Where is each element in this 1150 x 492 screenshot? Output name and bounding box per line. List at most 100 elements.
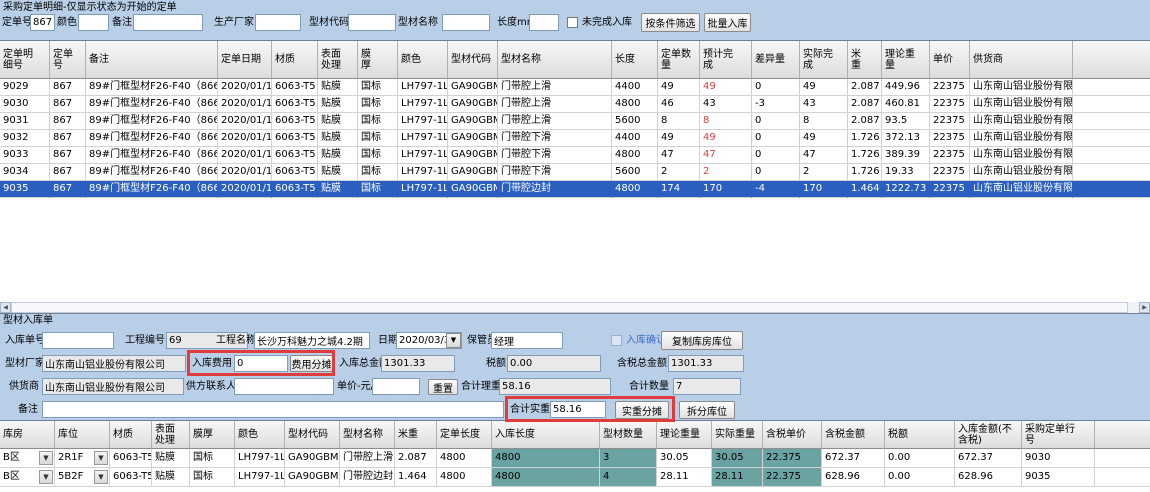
cell[interactable]: LH797-1LL0 <box>398 130 448 147</box>
column-header[interactable]: 定单 号 <box>50 41 86 79</box>
tax-total-input[interactable] <box>668 355 744 372</box>
cell[interactable]: 5600 <box>612 113 658 130</box>
copy-location-button[interactable]: 复制库房库位 <box>661 331 743 350</box>
cell[interactable]: 9034 <box>0 164 50 181</box>
cell[interactable]: 628.96 <box>955 468 1022 487</box>
cell[interactable]: 2.087 <box>848 79 882 96</box>
cell[interactable]: 1.726 <box>848 164 882 181</box>
cell[interactable]: 6063-T5 <box>272 147 318 164</box>
cell[interactable]: 贴膜 <box>318 147 358 164</box>
filter-button[interactable]: 按条件筛选 <box>641 13 700 32</box>
cell[interactable]: 89#门框型材F26-F40（866+867） <box>86 113 218 130</box>
column-header[interactable]: 颜色 <box>235 421 285 449</box>
column-header[interactable]: 预计完 成 <box>700 41 752 79</box>
cell[interactable]: 0 <box>752 79 800 96</box>
cell[interactable]: 47 <box>800 147 848 164</box>
cell[interactable]: 4800 <box>437 468 492 487</box>
cell[interactable]: 1.464 <box>395 468 437 487</box>
cell[interactable]: 门带腔上滑 <box>498 113 612 130</box>
cell[interactable]: 9035 <box>1022 468 1095 487</box>
cell[interactable]: 2020/01/13 <box>218 181 272 198</box>
cell[interactable]: 22375 <box>930 96 970 113</box>
cell[interactable]: 贴膜 <box>318 130 358 147</box>
combo-dropdown-icon[interactable]: ▼ <box>39 470 53 484</box>
cell[interactable]: 867 <box>50 96 86 113</box>
cell[interactable]: LH797-1LL0 <box>398 79 448 96</box>
cell[interactable]: 贴膜 <box>318 113 358 130</box>
cell[interactable]: 国标 <box>358 130 398 147</box>
split-location-button[interactable]: 拆分库位 <box>679 401 735 419</box>
scrollbar-thumb[interactable] <box>11 302 1128 313</box>
cell[interactable]: 2 <box>800 164 848 181</box>
cell[interactable]: 1222.73 <box>882 181 930 198</box>
column-header[interactable]: 型材代码 <box>285 421 340 449</box>
column-header[interactable]: 定单长度 <box>437 421 492 449</box>
table-row[interactable]: 903186789#门框型材F26-F40（866+867）2020/01/13… <box>0 113 1150 130</box>
table-row[interactable]: B区▼5B2F▼6063-T5贴膜国标LH797-1LL0GA90GBM05门带… <box>0 468 1150 487</box>
cell[interactable]: 28.11 <box>712 468 763 487</box>
cell[interactable]: 22375 <box>930 147 970 164</box>
cell[interactable]: 2020/01/13 <box>218 164 272 181</box>
cell[interactable]: 门带腔上滑 <box>498 96 612 113</box>
cell[interactable]: 门带腔边封 <box>498 181 612 198</box>
column-header[interactable]: 税额 <box>885 421 955 449</box>
profile-name-input[interactable] <box>442 14 490 31</box>
cell[interactable]: 贴膜 <box>318 181 358 198</box>
cell[interactable]: 4 <box>600 468 657 487</box>
cell[interactable]: B区▼ <box>0 449 55 468</box>
column-header[interactable]: 表面 处理 <box>152 421 190 449</box>
cell[interactable]: LH797-1LL0 <box>235 449 285 468</box>
cell[interactable]: 4800 <box>612 96 658 113</box>
cell[interactable]: 628.96 <box>822 468 885 487</box>
cell[interactable]: 449.96 <box>882 79 930 96</box>
table-row[interactable]: 903586789#门框型材F26-F40（866+867）2020/01/13… <box>0 181 1150 198</box>
cell[interactable]: LH797-1LL0 <box>398 113 448 130</box>
cell[interactable]: 9033 <box>0 147 50 164</box>
cell[interactable]: 门带腔上滑 <box>340 449 395 468</box>
cell[interactable]: 43 <box>800 96 848 113</box>
cell[interactable]: 2020/01/13 <box>218 96 272 113</box>
cell[interactable]: 9029 <box>0 79 50 96</box>
column-header[interactable]: 差异量 <box>752 41 800 79</box>
cell[interactable]: 19.33 <box>882 164 930 181</box>
color-input[interactable] <box>78 14 109 31</box>
cell[interactable]: 8 <box>800 113 848 130</box>
cell[interactable]: GA90GBM04 <box>448 164 498 181</box>
cell[interactable]: 49 <box>658 79 700 96</box>
cell[interactable]: 2 <box>658 164 700 181</box>
cell[interactable]: LH797-1LL0 <box>398 181 448 198</box>
cell[interactable]: 6063-T5 <box>272 181 318 198</box>
cell[interactable]: LH797-1LL0 <box>398 96 448 113</box>
cell[interactable]: GA90GBM03 <box>448 113 498 130</box>
cell[interactable]: 5600 <box>612 164 658 181</box>
cell[interactable]: 4800 <box>612 181 658 198</box>
cell[interactable]: 170 <box>800 181 848 198</box>
table-row[interactable]: 903386789#门框型材F26-F40（866+867）2020/01/13… <box>0 147 1150 164</box>
cell[interactable]: 89#门框型材F26-F40（866+867） <box>86 130 218 147</box>
column-header[interactable]: 型材数量 <box>600 421 657 449</box>
column-header[interactable]: 理论重量 <box>657 421 712 449</box>
inbound-confirm-checkbox[interactable] <box>611 335 622 346</box>
cell[interactable]: -3 <box>752 96 800 113</box>
cell[interactable]: GA90GBM03 <box>285 449 340 468</box>
fee-input[interactable] <box>234 355 288 372</box>
inbound-no-input[interactable] <box>42 332 114 349</box>
weight-share-button[interactable]: 实重分摊 <box>615 401 669 419</box>
column-header[interactable]: 表面 处理 <box>318 41 358 79</box>
actual-weight-input[interactable] <box>550 401 606 418</box>
cell[interactable]: 6063-T5 <box>272 113 318 130</box>
horizontal-scrollbar[interactable]: ◀ ▶ <box>0 302 1150 313</box>
cell[interactable]: 山东南山铝业股份有限公司 <box>970 147 1073 164</box>
cell[interactable]: LH797-1LL0 <box>398 147 448 164</box>
cell[interactable]: 山东南山铝业股份有限公司 <box>970 181 1073 198</box>
cell[interactable]: 89#门框型材F26-F40（866+867） <box>86 96 218 113</box>
cell[interactable]: 49 <box>800 79 848 96</box>
combo-dropdown-icon[interactable]: ▼ <box>94 470 108 484</box>
cell[interactable]: 山东南山铝业股份有限公司 <box>970 79 1073 96</box>
cell[interactable]: 4800 <box>437 449 492 468</box>
cell[interactable]: 国标 <box>358 96 398 113</box>
cell[interactable]: 0 <box>752 130 800 147</box>
cell[interactable]: 贴膜 <box>318 164 358 181</box>
cell[interactable]: 30.05 <box>712 449 763 468</box>
cell[interactable]: 43 <box>700 96 752 113</box>
